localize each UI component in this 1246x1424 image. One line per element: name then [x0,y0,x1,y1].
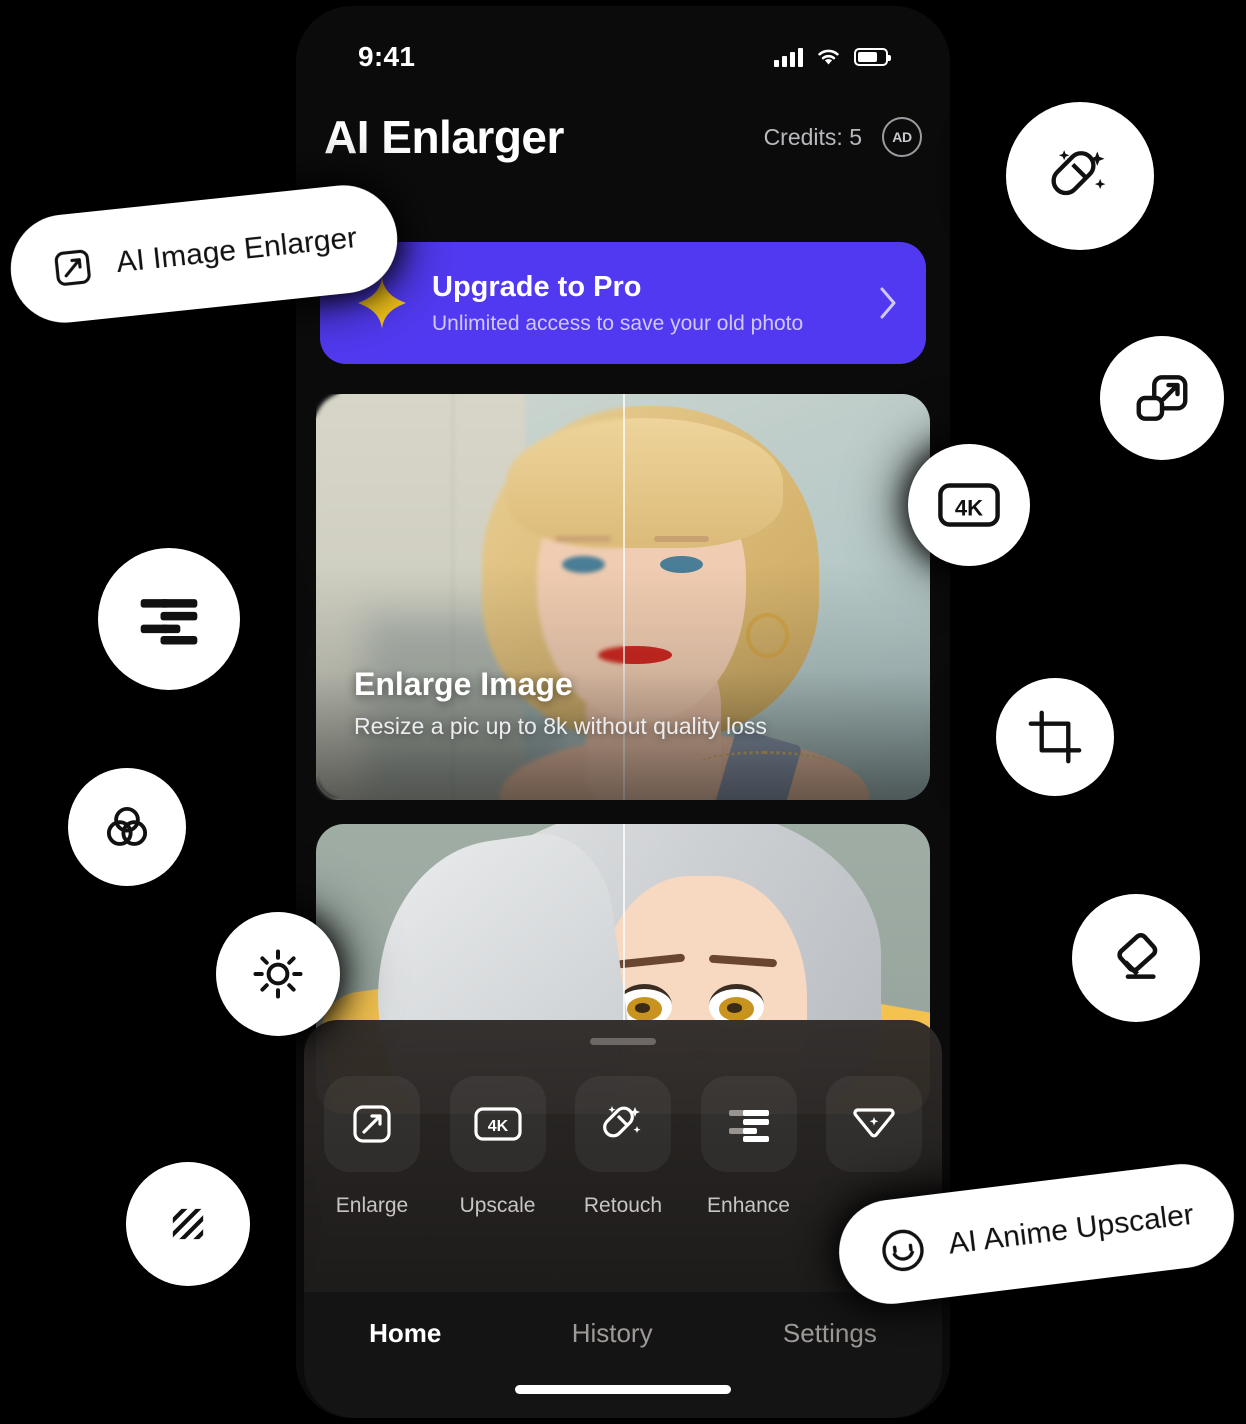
tool-label: Enlarge [335,1194,409,1217]
svg-text:4K: 4K [487,1118,508,1135]
badge-4k[interactable]: 4K [908,444,1030,566]
status-bar: 9:41 [296,32,950,82]
status-time: 9:41 [358,41,416,72]
tool-label: Retouch [583,1194,663,1217]
eraser-icon [1104,926,1168,990]
smiley-face-icon [876,1224,929,1277]
phone-mockup: 9:41 AI Enlarger Credits: 5 AD Upgrade t… [296,6,950,1418]
tab-history[interactable]: History [572,1318,653,1349]
brightness-sun-icon [248,944,308,1004]
card-subtitle: Resize a pic up to 8k without quality lo… [354,713,767,739]
drag-handle[interactable] [590,1038,656,1045]
cellular-signal-icon [774,47,803,67]
expand-arrow-square-icon [49,244,97,292]
4k-badge-icon: 4K [449,1076,546,1172]
color-circles-icon [98,798,156,856]
badge-label: AI Image Enlarger [114,221,359,280]
4k-badge-icon: 4K [936,479,1002,531]
status-icons [774,47,891,67]
upgrade-to-pro-banner[interactable]: Upgrade to Pro Unlimited access to save … [320,242,926,364]
diagonal-stripes-texture-icon [160,1196,216,1252]
enlarge-image-caption: Enlarge Image Resize a pic up to 8k with… [354,666,767,740]
crop-icon [1026,708,1084,766]
app-header: AI Enlarger Credits: 5 AD [296,110,950,164]
badge-color[interactable] [68,768,186,886]
card-title: Enlarge Image [354,666,573,702]
svg-text:4K: 4K [955,495,983,520]
ad-badge[interactable]: AD [882,117,922,157]
promo-subtitle: Unlimited access to save your old photo [432,311,804,335]
tab-home[interactable]: Home [369,1318,441,1349]
tool-label: Enhance [707,1194,790,1217]
sliders-bars-icon [135,589,203,649]
promo-text-group: Upgrade to Pro Unlimited access to save … [432,271,878,336]
tab-settings[interactable]: Settings [783,1318,877,1349]
tool-row: Enlarge 4K Upscale Retouch Enhance [304,1076,942,1218]
tool-retouch[interactable]: Retouch [571,1076,675,1218]
badge-crop[interactable] [996,678,1114,796]
tool-upscale[interactable]: 4K Upscale [446,1076,550,1218]
badge-retouch[interactable] [1006,102,1154,250]
badge-texture[interactable] [126,1162,250,1286]
expand-arrow-square-icon [324,1076,420,1172]
badge-enhance[interactable] [98,548,240,690]
page-title: AI Enlarger [324,111,564,163]
tool-enhance[interactable]: Enhance [697,1076,801,1218]
tool-label: Upscale [459,1194,536,1217]
battery-icon [854,48,891,66]
promo-title: Upgrade to Pro [432,270,642,303]
capsule-sparkle-icon [575,1076,671,1172]
wifi-icon [815,47,842,67]
home-indicator[interactable] [515,1385,731,1394]
resize-squares-arrow-icon [1131,367,1193,429]
badge-label: AI Anime Upscaler [946,1197,1196,1261]
capsule-sparkle-icon [1044,140,1116,212]
filter-funnel-sparkle-icon [826,1076,922,1172]
chevron-right-icon[interactable] [878,286,898,320]
phone-screen: 9:41 AI Enlarger Credits: 5 AD Upgrade t… [296,6,950,1418]
badge-brightness[interactable] [216,912,340,1036]
badge-eraser[interactable] [1072,894,1200,1022]
badge-resize[interactable] [1100,336,1224,460]
sliders-bars-icon [700,1076,797,1172]
screenshot-stage: 9:41 AI Enlarger Credits: 5 AD Upgrade t… [0,0,1246,1424]
credits-label: Credits: 5 [763,123,862,150]
bottom-tab-bar: Home History Settings [304,1292,942,1418]
tool-enlarge[interactable]: Enlarge [320,1076,424,1218]
enlarge-image-card[interactable]: Enlarge Image Resize a pic up to 8k with… [316,394,930,800]
header-right-group: Credits: 5 AD [764,117,922,157]
